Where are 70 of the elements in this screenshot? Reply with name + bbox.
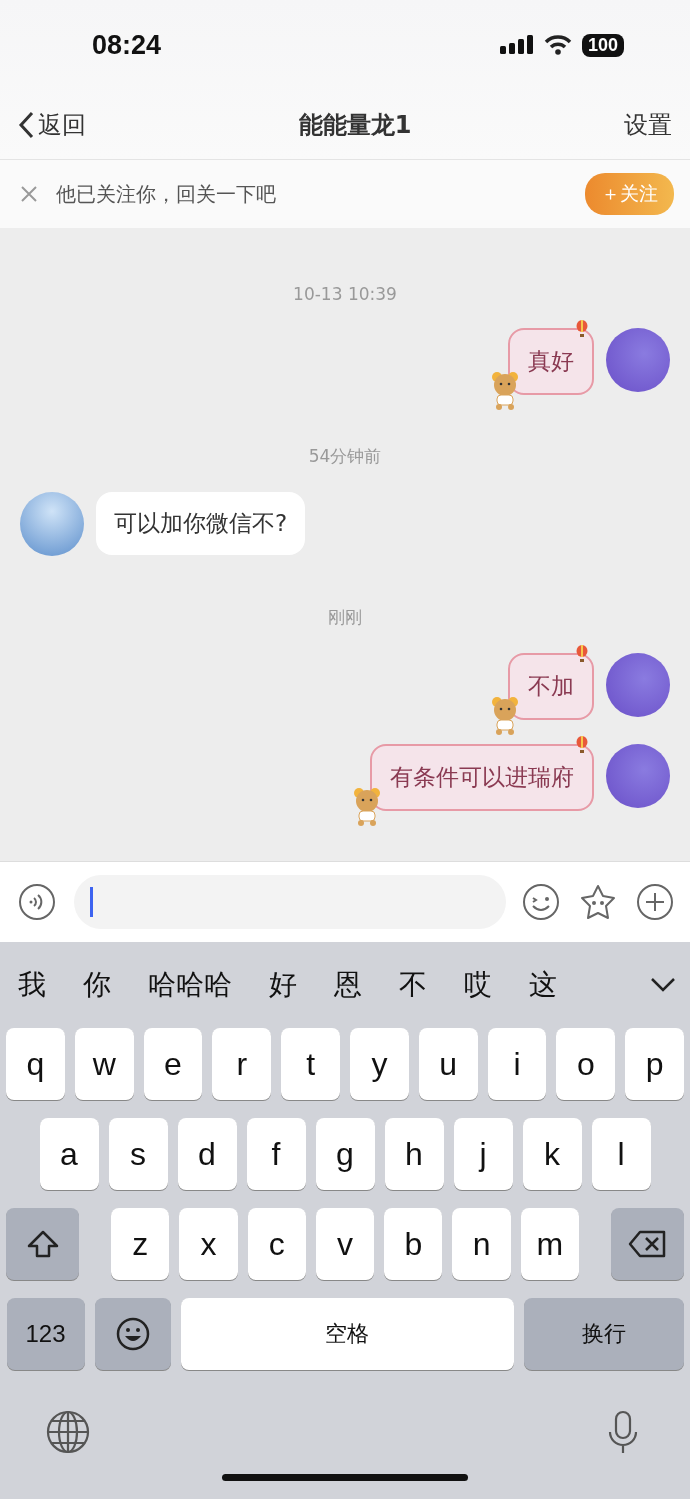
wifi-icon xyxy=(543,35,572,55)
letter-key[interactable]: l xyxy=(591,1118,651,1190)
signal-icon xyxy=(499,35,534,55)
message-time: 刚刚 xyxy=(328,606,362,629)
letter-key[interactable]: o xyxy=(556,1028,616,1100)
candidate-word[interactable]: 不 xyxy=(399,966,427,1004)
candidate-word[interactable]: 我 xyxy=(18,966,46,1004)
add-icon[interactable] xyxy=(636,883,674,921)
letter-key[interactable]: p xyxy=(625,1028,684,1100)
star-sticker-icon[interactable] xyxy=(578,883,618,921)
candidate-word[interactable]: 哎 xyxy=(464,966,492,1004)
back-chevron-icon xyxy=(18,110,34,139)
shift-key[interactable] xyxy=(6,1208,80,1280)
letter-key[interactable]: f xyxy=(246,1118,306,1190)
backspace-icon xyxy=(628,1230,667,1258)
candidate-word[interactable]: 好 xyxy=(269,966,297,1004)
letter-key[interactable]: t xyxy=(281,1028,340,1100)
letter-key[interactable]: h xyxy=(384,1118,444,1190)
letter-key[interactable]: c xyxy=(247,1208,306,1280)
letter-key[interactable]: i xyxy=(487,1028,547,1100)
message-time: 54分钟前 xyxy=(308,445,382,468)
microphone-icon[interactable] xyxy=(606,1410,640,1456)
backspace-key[interactable] xyxy=(610,1208,684,1280)
smiley-icon xyxy=(115,1317,150,1351)
emoji-key[interactable] xyxy=(94,1298,171,1370)
letter-key[interactable]: v xyxy=(315,1208,375,1280)
chevron-down-icon[interactable] xyxy=(650,977,676,993)
letter-key[interactable]: q xyxy=(6,1028,65,1100)
letter-key[interactable]: j xyxy=(453,1118,513,1190)
back-button[interactable]: 返回 xyxy=(18,108,86,141)
candidate-word[interactable]: 恩 xyxy=(334,966,362,1004)
shift-arrow-icon xyxy=(25,1229,60,1259)
space-key[interactable]: 空格 xyxy=(180,1298,514,1370)
close-icon[interactable] xyxy=(20,185,38,203)
status-time: 08:24 xyxy=(92,29,162,61)
emoji-icon[interactable] xyxy=(522,883,560,921)
letter-key[interactable]: z xyxy=(111,1208,170,1280)
balloon-icon xyxy=(576,645,588,663)
letter-key[interactable]: g xyxy=(315,1118,375,1190)
letter-key[interactable]: w xyxy=(74,1028,134,1100)
letter-key[interactable]: y xyxy=(350,1028,409,1100)
letter-key[interactable]: x xyxy=(179,1208,238,1280)
message-bubble: 不加 xyxy=(508,653,594,720)
candidate-word[interactable]: 哈哈哈 xyxy=(148,966,232,1004)
message-bubble: 真好 xyxy=(508,328,594,395)
letter-key[interactable]: d xyxy=(177,1118,237,1190)
chat-title: 能能量龙1 xyxy=(298,109,412,141)
voice-icon[interactable] xyxy=(18,883,56,921)
settings-button[interactable]: 设置 xyxy=(624,108,672,141)
numbers-key[interactable]: 123 xyxy=(6,1298,85,1370)
letter-key[interactable]: r xyxy=(212,1028,272,1100)
letter-key[interactable]: a xyxy=(39,1118,99,1190)
message-time: 10-13 10:39 xyxy=(293,284,397,304)
return-key[interactable]: 换行 xyxy=(523,1298,684,1370)
candidate-word[interactable]: 你 xyxy=(83,966,111,1004)
battery-level: 100 xyxy=(581,33,624,57)
letter-key[interactable]: u xyxy=(418,1028,478,1100)
balloon-icon xyxy=(576,736,588,754)
balloon-icon xyxy=(576,320,588,338)
follow-hint: 他已关注你，回关一下吧 xyxy=(56,180,277,208)
candidate-word[interactable]: 这 xyxy=(529,966,557,1004)
message-bubble: 有条件可以进瑞府 xyxy=(370,744,594,811)
globe-icon[interactable] xyxy=(46,1410,90,1454)
letter-key[interactable]: k xyxy=(522,1118,582,1190)
letter-key[interactable]: s xyxy=(108,1118,168,1190)
letter-key[interactable]: m xyxy=(520,1208,579,1280)
letter-key[interactable]: n xyxy=(452,1208,511,1280)
message-bubble: 可以加你微信不? xyxy=(96,492,306,555)
letter-key[interactable]: b xyxy=(384,1208,443,1280)
letter-key[interactable]: e xyxy=(143,1028,203,1100)
